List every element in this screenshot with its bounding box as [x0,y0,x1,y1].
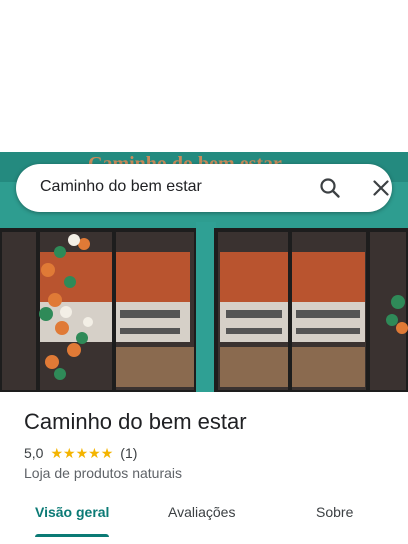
star-icon: ★ [50,445,64,461]
star-icon: ★ [63,445,76,461]
search-input[interactable]: Caminho do bem estar [40,178,202,196]
place-title: Caminho do bem estar [24,409,247,434]
place-tabs: Visão geral Avaliações Sobre [0,496,408,544]
tab-overview[interactable]: Visão geral [35,504,109,520]
rating-value: 5,0 [24,445,44,461]
active-tab-indicator [35,534,109,537]
star-icon: ★ [75,445,89,461]
search-bar[interactable]: Caminho do bem estar [16,164,392,212]
star-rating: ★ ★ ★ ★ ★ [50,446,113,460]
star-icon: ★ [88,445,101,461]
place-category[interactable]: Loja de produtos naturais [24,465,182,481]
close-icon[interactable] [369,176,393,200]
tab-about[interactable]: Sobre [316,504,353,520]
search-icon[interactable] [318,176,342,200]
blank-header-area [0,0,408,152]
tab-reviews[interactable]: Avaliações [168,504,235,520]
rating-row[interactable]: 5,0 ★ ★ ★ ★ ★ (1) [24,444,137,462]
review-count[interactable]: (1) [120,445,137,461]
star-icon: ★ [100,445,114,461]
